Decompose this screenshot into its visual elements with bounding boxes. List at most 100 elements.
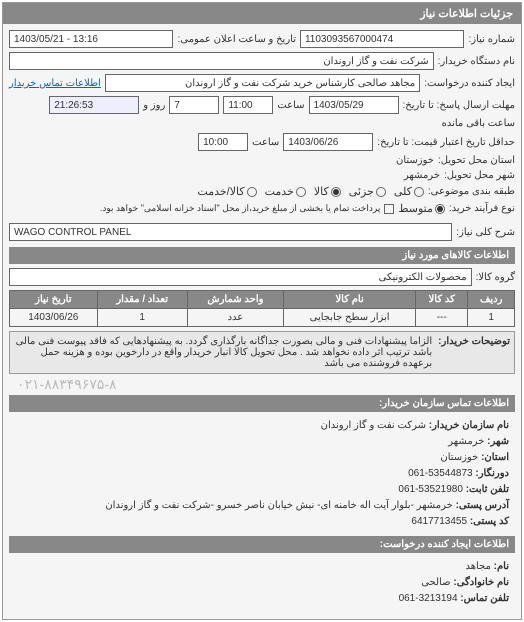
- buyer-label: نام دستگاه خریدار:: [438, 56, 515, 67]
- time-label-2: ساعت: [252, 137, 279, 148]
- footer-postal-row: کد پستی: 6417713455: [15, 514, 509, 530]
- time-remaining-field: 21:26:53: [49, 96, 139, 114]
- row-province: استان محل تحویل: خوزستان: [9, 155, 515, 166]
- contact-phone-label: تلفن تماس:: [460, 593, 509, 604]
- fax-label: دورنگار:: [475, 468, 509, 479]
- creator-title: اطلاعات ایجاد کننده درخواست:: [9, 536, 515, 553]
- row-process: نوع فرآیند خرید: متوسط پرداخت تمام یا بخ…: [9, 202, 515, 215]
- cell-qty: 1: [97, 309, 187, 327]
- radio-icon: [247, 187, 257, 197]
- buyer-field: شرکت نفت و گاز اروندان: [9, 52, 434, 70]
- name-label: نام:: [494, 561, 509, 572]
- th-name: نام کالا: [284, 291, 416, 309]
- row-validity: حداقل تاریخ اعتبار قیمت: تا تاریخ: 1403/…: [9, 133, 515, 151]
- panel-body: شماره نیاز: 1103093567000474 تاریخ و ساع…: [3, 24, 521, 619]
- surname-label: نام خانوادگی:: [453, 577, 509, 588]
- postal-value: 6417713455: [411, 514, 467, 530]
- footer-org-row: نام سازمان خریدار: شرکت نفت و گاز اروندا…: [15, 418, 509, 434]
- deadline-time-field: 11:00: [223, 96, 273, 114]
- days-label: روز و: [143, 100, 165, 111]
- contact-phone-value: 061-3213194: [399, 591, 458, 607]
- city-label: شهر محل تحویل:: [444, 170, 515, 181]
- footer-phone-row: تلفن ثابت: 061-53521980: [15, 482, 509, 498]
- cat-all-label: کلی: [394, 185, 412, 198]
- f-province-label: استان:: [481, 452, 509, 463]
- deadline-date-field: 1403/05/29: [309, 96, 399, 114]
- footer-city-row: شهر: خرمشهر: [15, 434, 509, 450]
- phone-value: 061-53521980: [398, 482, 463, 498]
- radio-icon: [435, 204, 445, 214]
- th-date: تاریخ نیاز: [10, 291, 98, 309]
- province-label: استان محل تحویل:: [438, 155, 515, 166]
- desc-label: شرح کلی نیاز:: [456, 227, 515, 238]
- creator-label: ایجاد کننده درخواست:: [424, 78, 515, 89]
- cat-partial-option[interactable]: جزئی: [349, 185, 386, 198]
- radio-icon: [296, 187, 306, 197]
- treasury-checkbox[interactable]: [384, 204, 394, 214]
- radio-icon: [376, 187, 386, 197]
- phone-label: تلفن ثابت:: [466, 484, 509, 495]
- footer-province-row: استان: خوزستان: [15, 450, 509, 466]
- row-city: شهر محل تحویل: خرمشهر: [9, 170, 515, 181]
- footer-info: نام سازمان خریدار: شرکت نفت و گاز اروندا…: [9, 412, 515, 536]
- name-value: مجاهد: [465, 561, 490, 572]
- footer-fax-row: دورنگار: 061-53544873: [15, 466, 509, 482]
- time-label-1: ساعت: [277, 100, 304, 111]
- cell-date: 1403/06/26: [10, 309, 98, 327]
- f-city-value: خرمشهر: [448, 436, 484, 447]
- city-value: خرمشهر: [404, 170, 440, 181]
- process-label: نوع فرآیند خرید:: [449, 203, 515, 214]
- validity-date-field: 1403/06/26: [283, 133, 373, 151]
- deadline-label: مهلت ارسال پاسخ: تا تاریخ:: [403, 100, 515, 111]
- postal-label: کد پستی:: [470, 516, 509, 527]
- category-label: طبقه بندی موضوعی:: [428, 186, 515, 197]
- validity-time-field: 10:00: [198, 133, 248, 151]
- cat-goods-service-option[interactable]: کالا/خدمت: [197, 185, 256, 198]
- address-label: آدرس پستی:: [456, 500, 509, 511]
- th-code: کد کالا: [416, 291, 468, 309]
- stamp-phone: ۰۲۱-۸۸۳۴۹۶۷۵-۸: [9, 374, 515, 395]
- cell-idx: 1: [468, 309, 515, 327]
- row-desc: شرح کلی نیاز: WAGO CONTROL PANEL: [9, 223, 515, 241]
- org-label: نام سازمان خریدار:: [429, 420, 509, 431]
- cat-partial-label: جزئی: [349, 185, 374, 198]
- f-province-value: خوزستان: [440, 452, 478, 463]
- th-idx: ردیف: [468, 291, 515, 309]
- category-radio-group: کلی جزئی کالا خدمت کالا/خدمت: [197, 185, 424, 198]
- buyer-note-box: توضیحات خریدار: الزاما پیشنهادات فنی و م…: [9, 331, 515, 374]
- address-value: خرمشهر -بلوار آیت اله خامنه ای- نبش خیاب…: [105, 500, 452, 511]
- process-medium-label: متوسط: [398, 202, 433, 215]
- row-creator: ایجاد کننده درخواست: مجاهد صالحی کارشناس…: [9, 74, 515, 92]
- cat-all-option[interactable]: کلی: [394, 185, 424, 198]
- group-field: محصولات الکترونیکی: [9, 268, 472, 286]
- table-header-row: ردیف کد کالا نام کالا واحد شمارش تعداد /…: [10, 291, 515, 309]
- footer-address-row: آدرس پستی: خرمشهر -بلوار آیت اله خامنه ا…: [15, 498, 509, 514]
- cat-service-label: خدمت: [265, 185, 294, 198]
- table-row[interactable]: 1 --- ابزار سطح جابجایی عدد 1 1403/06/26: [10, 309, 515, 327]
- buyer-contact-link[interactable]: اطلاعات تماس خریدار: [9, 78, 101, 89]
- creator-field: مجاهد صالحی کارشناس خرید شرکت نفت و گاز …: [105, 74, 420, 92]
- cell-unit: عدد: [187, 309, 283, 327]
- province-value: خوزستان: [396, 155, 434, 166]
- desc-field: WAGO CONTROL PANEL: [9, 223, 452, 241]
- cat-service-option[interactable]: خدمت: [265, 185, 306, 198]
- process-medium-option[interactable]: متوسط: [398, 202, 445, 215]
- note-text: الزاما پیشنهادات فنی و مالی بصورت جداگان…: [14, 336, 432, 369]
- panel-title: جزئیات اطلاعات نیاز: [3, 3, 521, 24]
- details-panel: جزئیات اطلاعات نیاز شماره نیاز: 11030935…: [2, 2, 522, 620]
- footer-title: اطلاعات تماس سازمان خریدار:: [9, 395, 515, 412]
- request-no-field: 1103093567000474: [300, 30, 465, 48]
- surname-value: صالحی: [421, 577, 450, 588]
- f-city-label: شهر:: [487, 436, 509, 447]
- group-label: گروه کالا:: [476, 272, 515, 283]
- cat-goods-option[interactable]: کالا: [314, 185, 341, 198]
- announce-field: 1403/05/21 - 13:16: [9, 30, 174, 48]
- creator-name-row: نام: مجاهد: [15, 559, 509, 575]
- items-table: ردیف کد کالا نام کالا واحد شمارش تعداد /…: [9, 290, 515, 327]
- cat-goods-service-label: کالا/خدمت: [197, 185, 244, 198]
- fax-value: 061-53544873: [408, 466, 473, 482]
- days-remaining-field: 7: [169, 96, 219, 114]
- time-remaining-label: ساعت باقی مانده: [442, 118, 515, 129]
- process-note: پرداخت تمام یا بخشی از مبلغ خرید،از محل …: [100, 203, 380, 214]
- creator-phone-row: تلفن تماس: 061-3213194: [15, 591, 509, 607]
